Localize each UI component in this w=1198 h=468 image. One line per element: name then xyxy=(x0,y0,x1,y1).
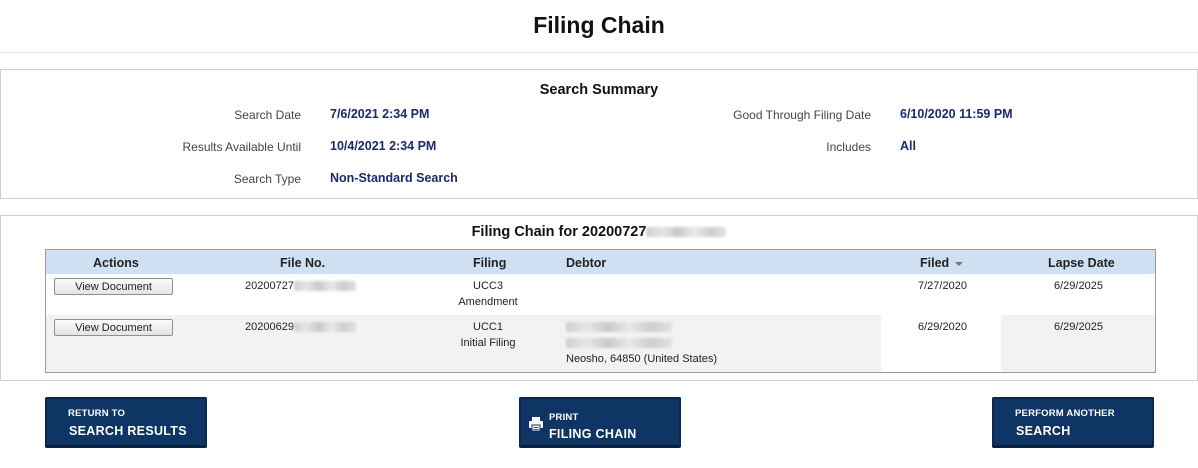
results-until-label: Results Available Until xyxy=(182,140,301,154)
title-divider xyxy=(0,52,1198,53)
perform-button-small-label: PERFORM ANOTHER xyxy=(1015,408,1115,419)
debtor-address-line xyxy=(566,335,717,351)
table-row: View Document 20200727 UCC3 Amendment 7/… xyxy=(46,274,1155,315)
sort-descending-icon xyxy=(955,261,964,266)
return-button-label: SEARCH RESULTS xyxy=(69,424,187,438)
filing-subtype: Amendment xyxy=(458,296,518,308)
filing-subtype: Initial Filing xyxy=(460,337,516,349)
filing-cell: UCC3 Amendment xyxy=(444,278,532,310)
search-summary-heading: Search Summary xyxy=(539,82,659,98)
column-header-actions: Actions xyxy=(93,256,139,270)
lapse-date-cell: 6/29/2025 xyxy=(1054,321,1103,333)
redacted-debtor-address xyxy=(566,338,672,349)
column-header-filed[interactable]: Filed xyxy=(920,256,964,270)
filing-chain-heading: Filing Chain for 20200727 xyxy=(1,224,1197,240)
lapse-date-cell: 6/29/2025 xyxy=(1054,280,1103,292)
filing-type: UCC3 xyxy=(473,280,503,292)
print-filing-chain-button[interactable]: PRINT FILING CHAIN xyxy=(519,397,681,448)
column-header-filing: Filing xyxy=(473,256,507,270)
return-to-search-results-button[interactable]: RETURN TO SEARCH RESULTS xyxy=(45,397,207,448)
search-date-value: 7/6/2021 2:34 PM xyxy=(330,107,430,121)
filing-type: UCC1 xyxy=(473,321,503,333)
filed-date-cell: 7/27/2020 xyxy=(918,280,967,292)
table-header: Actions File No. Filing Debtor Filed Lap… xyxy=(46,250,1155,274)
file-no-cell: 20200629 xyxy=(245,319,356,335)
redacted-file-number xyxy=(293,322,356,333)
filed-date-cell: 6/29/2020 xyxy=(918,321,967,333)
redacted-file-number xyxy=(646,227,727,238)
good-through-label: Good Through Filing Date xyxy=(733,108,871,122)
debtor-name-line xyxy=(566,319,717,335)
includes-label: Includes xyxy=(826,140,871,154)
filing-chain-table: Actions File No. Filing Debtor Filed Lap… xyxy=(45,249,1156,373)
good-through-value: 6/10/2020 11:59 PM xyxy=(900,107,1013,121)
redacted-file-number xyxy=(293,281,356,292)
filing-chain-panel: Filing Chain for 20200727 Actions File N… xyxy=(0,215,1198,381)
filing-cell: UCC1 Initial Filing xyxy=(444,319,532,351)
column-header-filed-label: Filed xyxy=(920,256,950,270)
printer-icon xyxy=(529,417,543,432)
return-button-small-label: RETURN TO xyxy=(68,408,126,419)
column-header-file-no: File No. xyxy=(280,256,326,270)
print-button-label: FILING CHAIN xyxy=(549,427,637,441)
print-button-small-label: PRINT xyxy=(549,412,579,423)
file-no-prefix: 20200629 xyxy=(245,321,294,333)
view-document-button[interactable]: View Document xyxy=(54,278,173,295)
search-date-label: Search Date xyxy=(234,108,301,122)
file-no-prefix: 20200727 xyxy=(245,280,294,292)
search-summary-panel: Search Summary Search Date 7/6/2021 2:34… xyxy=(0,69,1198,199)
perform-button-label: SEARCH xyxy=(1016,424,1071,438)
page-title: Filing Chain xyxy=(533,12,665,38)
includes-value: All xyxy=(900,139,916,153)
column-header-lapse-date: Lapse Date xyxy=(1048,256,1115,270)
search-type-label: Search Type xyxy=(233,172,301,186)
search-type-value: Non-Standard Search xyxy=(330,171,458,185)
filing-chain-heading-text: Filing Chain for 20200727 xyxy=(471,224,647,240)
debtor-cell: Neosho, 64850 (United States) xyxy=(566,319,717,367)
perform-another-search-button[interactable]: PERFORM ANOTHER SEARCH xyxy=(992,397,1154,448)
column-header-debtor: Debtor xyxy=(566,256,607,270)
table-row: View Document 20200629 UCC1 Initial Fili… xyxy=(46,315,1155,372)
file-no-cell: 20200727 xyxy=(245,278,356,294)
results-until-value: 10/4/2021 2:34 PM xyxy=(330,139,437,153)
view-document-button[interactable]: View Document xyxy=(54,319,173,336)
debtor-location: Neosho, 64850 (United States) xyxy=(566,353,718,365)
redacted-debtor-name xyxy=(566,322,672,333)
